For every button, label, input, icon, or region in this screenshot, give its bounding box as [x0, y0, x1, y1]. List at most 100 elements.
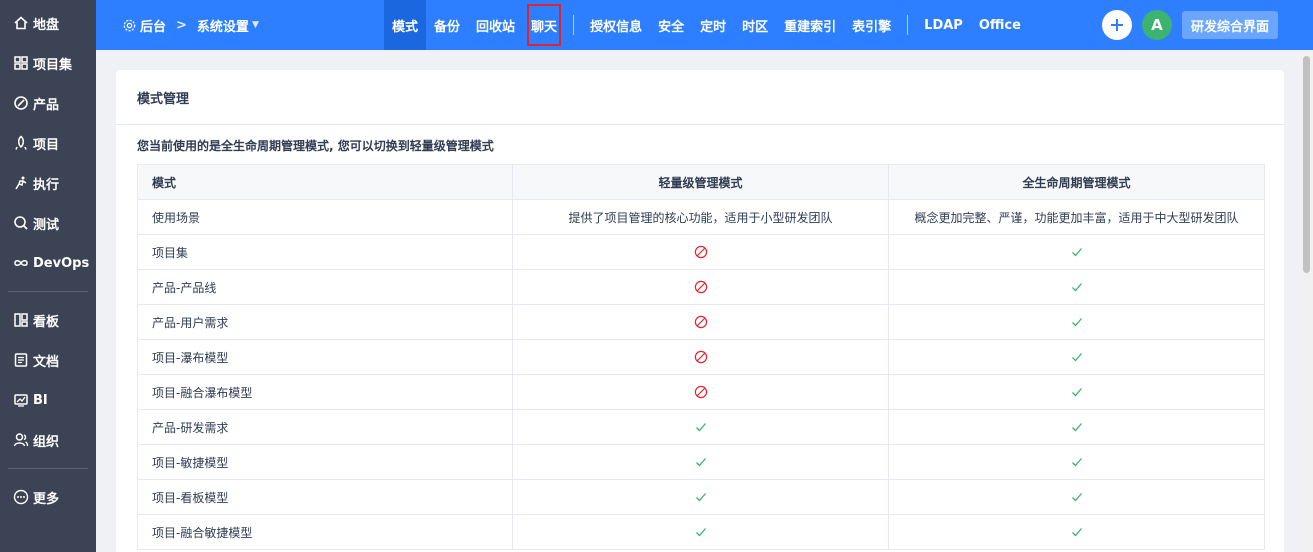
- column-header: 模式: [137, 164, 513, 200]
- table-row: 产品-产品线: [137, 269, 1265, 305]
- full-mode-cell: [888, 444, 1265, 480]
- lite-mode-cell: [512, 304, 889, 340]
- row-label: 项目-瀑布模型: [137, 339, 513, 375]
- table-row: 项目-融合敏捷模型: [137, 514, 1265, 550]
- kanban-icon: [13, 312, 29, 328]
- tab-trash[interactable]: 回收站: [468, 0, 523, 50]
- table-row: 项目-敏捷模型: [137, 444, 1265, 480]
- tab-office[interactable]: Office: [971, 0, 1029, 50]
- more-icon: [13, 489, 29, 505]
- sidebar-item-doc[interactable]: 文档: [0, 340, 96, 380]
- sidebar-item-kanban[interactable]: 看板: [0, 300, 96, 340]
- home-icon: [13, 15, 29, 31]
- sidebar-item-test[interactable]: 测试: [0, 203, 96, 243]
- sidebar-item-product[interactable]: 产品: [0, 83, 96, 123]
- scroll-thumb[interactable]: [1303, 56, 1310, 273]
- tab-timezone[interactable]: 时区: [734, 0, 776, 50]
- sidebar-item-label: 组织: [33, 434, 60, 450]
- tab-table-engine[interactable]: 表引擎: [844, 0, 899, 50]
- tab-cron[interactable]: 定时: [692, 0, 734, 50]
- create-button[interactable]: [1101, 10, 1132, 40]
- row-label: 项目-融合瀑布模型: [137, 374, 513, 410]
- doc-icon: [13, 352, 29, 368]
- breadcrumb-root[interactable]: 后台: [140, 16, 166, 35]
- tab-divider: [907, 15, 909, 35]
- row-label: 项目-敏捷模型: [137, 444, 513, 480]
- sidebar: 地盘 项目集 产品 项目 执行 测试 DevOps 看板 文档 BI 组织 更多: [0, 0, 96, 552]
- check-icon: [1070, 420, 1084, 434]
- disabled-icon: [694, 280, 708, 294]
- gear-icon: [122, 18, 137, 33]
- sidebar-item-label: 项目集: [33, 57, 73, 73]
- sidebar-item-home[interactable]: 地盘: [0, 3, 96, 43]
- full-mode-cell: [888, 269, 1265, 305]
- sidebar-item-label: 测试: [33, 217, 60, 233]
- breadcrumb-current[interactable]: 系统设置: [197, 16, 249, 35]
- sidebar-item-more[interactable]: 更多: [0, 477, 96, 517]
- tab-chat[interactable]: 聊天: [523, 0, 565, 50]
- breadcrumb-separator: >: [176, 17, 187, 33]
- avatar[interactable]: A: [1141, 10, 1172, 40]
- tab-rebuild-index[interactable]: 重建索引: [776, 0, 844, 50]
- table-row: 产品-用户需求: [137, 304, 1265, 340]
- test-icon: [13, 215, 29, 231]
- disabled-icon: [694, 315, 708, 329]
- check-icon: [1070, 455, 1084, 469]
- tab-security[interactable]: 安全: [650, 0, 692, 50]
- check-icon: [1070, 245, 1084, 259]
- sidebar-item-label: 更多: [33, 491, 60, 507]
- tab-backup[interactable]: 备份: [426, 0, 468, 50]
- top-header: 后台 > 系统设置 ▼ 模式 备份 回收站 聊天 授权信息 安全 定时 时区 重…: [96, 0, 1313, 50]
- scrollbar[interactable]: [1300, 50, 1313, 552]
- full-mode-cell: [888, 409, 1265, 445]
- column-header: 轻量级管理模式: [512, 164, 889, 200]
- chevron-down-icon[interactable]: ▼: [252, 20, 259, 30]
- sidebar-item-label: 项目: [33, 137, 60, 153]
- check-icon: [694, 420, 708, 434]
- sidebar-item-label: 执行: [33, 177, 60, 193]
- check-icon: [1070, 525, 1084, 539]
- mode-table: 模式 轻量级管理模式 全生命周期管理模式 使用场景 提供了项目管理的核心功能，适…: [137, 164, 1265, 550]
- sidebar-item-org[interactable]: 组织: [0, 420, 96, 460]
- sidebar-item-execution[interactable]: 执行: [0, 163, 96, 203]
- mode-panel: 模式管理 您当前使用的是全生命周期管理模式, 您可以切换到轻量级管理模式 模式 …: [116, 70, 1284, 552]
- lite-mode-cell: [512, 234, 889, 270]
- panel-title: 模式管理: [116, 70, 1284, 125]
- table-row: 项目集: [137, 234, 1265, 270]
- grid-icon: [13, 55, 29, 71]
- table-header-row: 模式 轻量级管理模式 全生命周期管理模式: [137, 164, 1265, 200]
- sidebar-item-label: 文档: [33, 354, 60, 370]
- tab-license[interactable]: 授权信息: [582, 0, 650, 50]
- scenario-full: 概念更加完整、严谨，功能更加丰富，适用于中大型研发团队: [888, 199, 1265, 235]
- sidebar-item-bi[interactable]: BI: [0, 380, 96, 420]
- lite-mode-cell: [512, 514, 889, 550]
- sidebar-divider: [8, 291, 88, 292]
- full-mode-cell: [888, 479, 1265, 515]
- plus-icon: [1110, 19, 1123, 31]
- project-switch-button[interactable]: 研发综合界面: [1181, 11, 1278, 39]
- check-icon: [1070, 385, 1084, 399]
- check-icon: [1070, 350, 1084, 364]
- tab-ldap[interactable]: LDAP: [916, 0, 971, 50]
- row-label: 项目集: [137, 234, 513, 270]
- tab-mode[interactable]: 模式: [384, 0, 427, 50]
- sidebar-item-label: DevOps: [33, 255, 90, 271]
- row-label: 使用场景: [137, 199, 513, 235]
- project-icon: [13, 135, 29, 151]
- sidebar-item-project[interactable]: 项目: [0, 123, 96, 163]
- lite-mode-cell: [512, 269, 889, 305]
- table-row: 产品-研发需求: [137, 409, 1265, 445]
- full-mode-cell: [888, 234, 1265, 270]
- check-icon: [694, 455, 708, 469]
- row-label: 产品-产品线: [137, 269, 513, 305]
- product-icon: [13, 95, 29, 111]
- full-mode-cell: [888, 514, 1265, 550]
- disabled-icon: [694, 350, 708, 364]
- sidebar-item-program[interactable]: 项目集: [0, 43, 96, 83]
- sidebar-item-label: 地盘: [33, 17, 60, 33]
- lite-mode-cell: [512, 374, 889, 410]
- sidebar-item-label: 产品: [33, 97, 60, 113]
- sidebar-item-devops[interactable]: DevOps: [0, 243, 96, 283]
- bi-icon: [13, 392, 29, 408]
- mode-intro: 您当前使用的是全生命周期管理模式, 您可以切换到轻量级管理模式: [137, 139, 494, 153]
